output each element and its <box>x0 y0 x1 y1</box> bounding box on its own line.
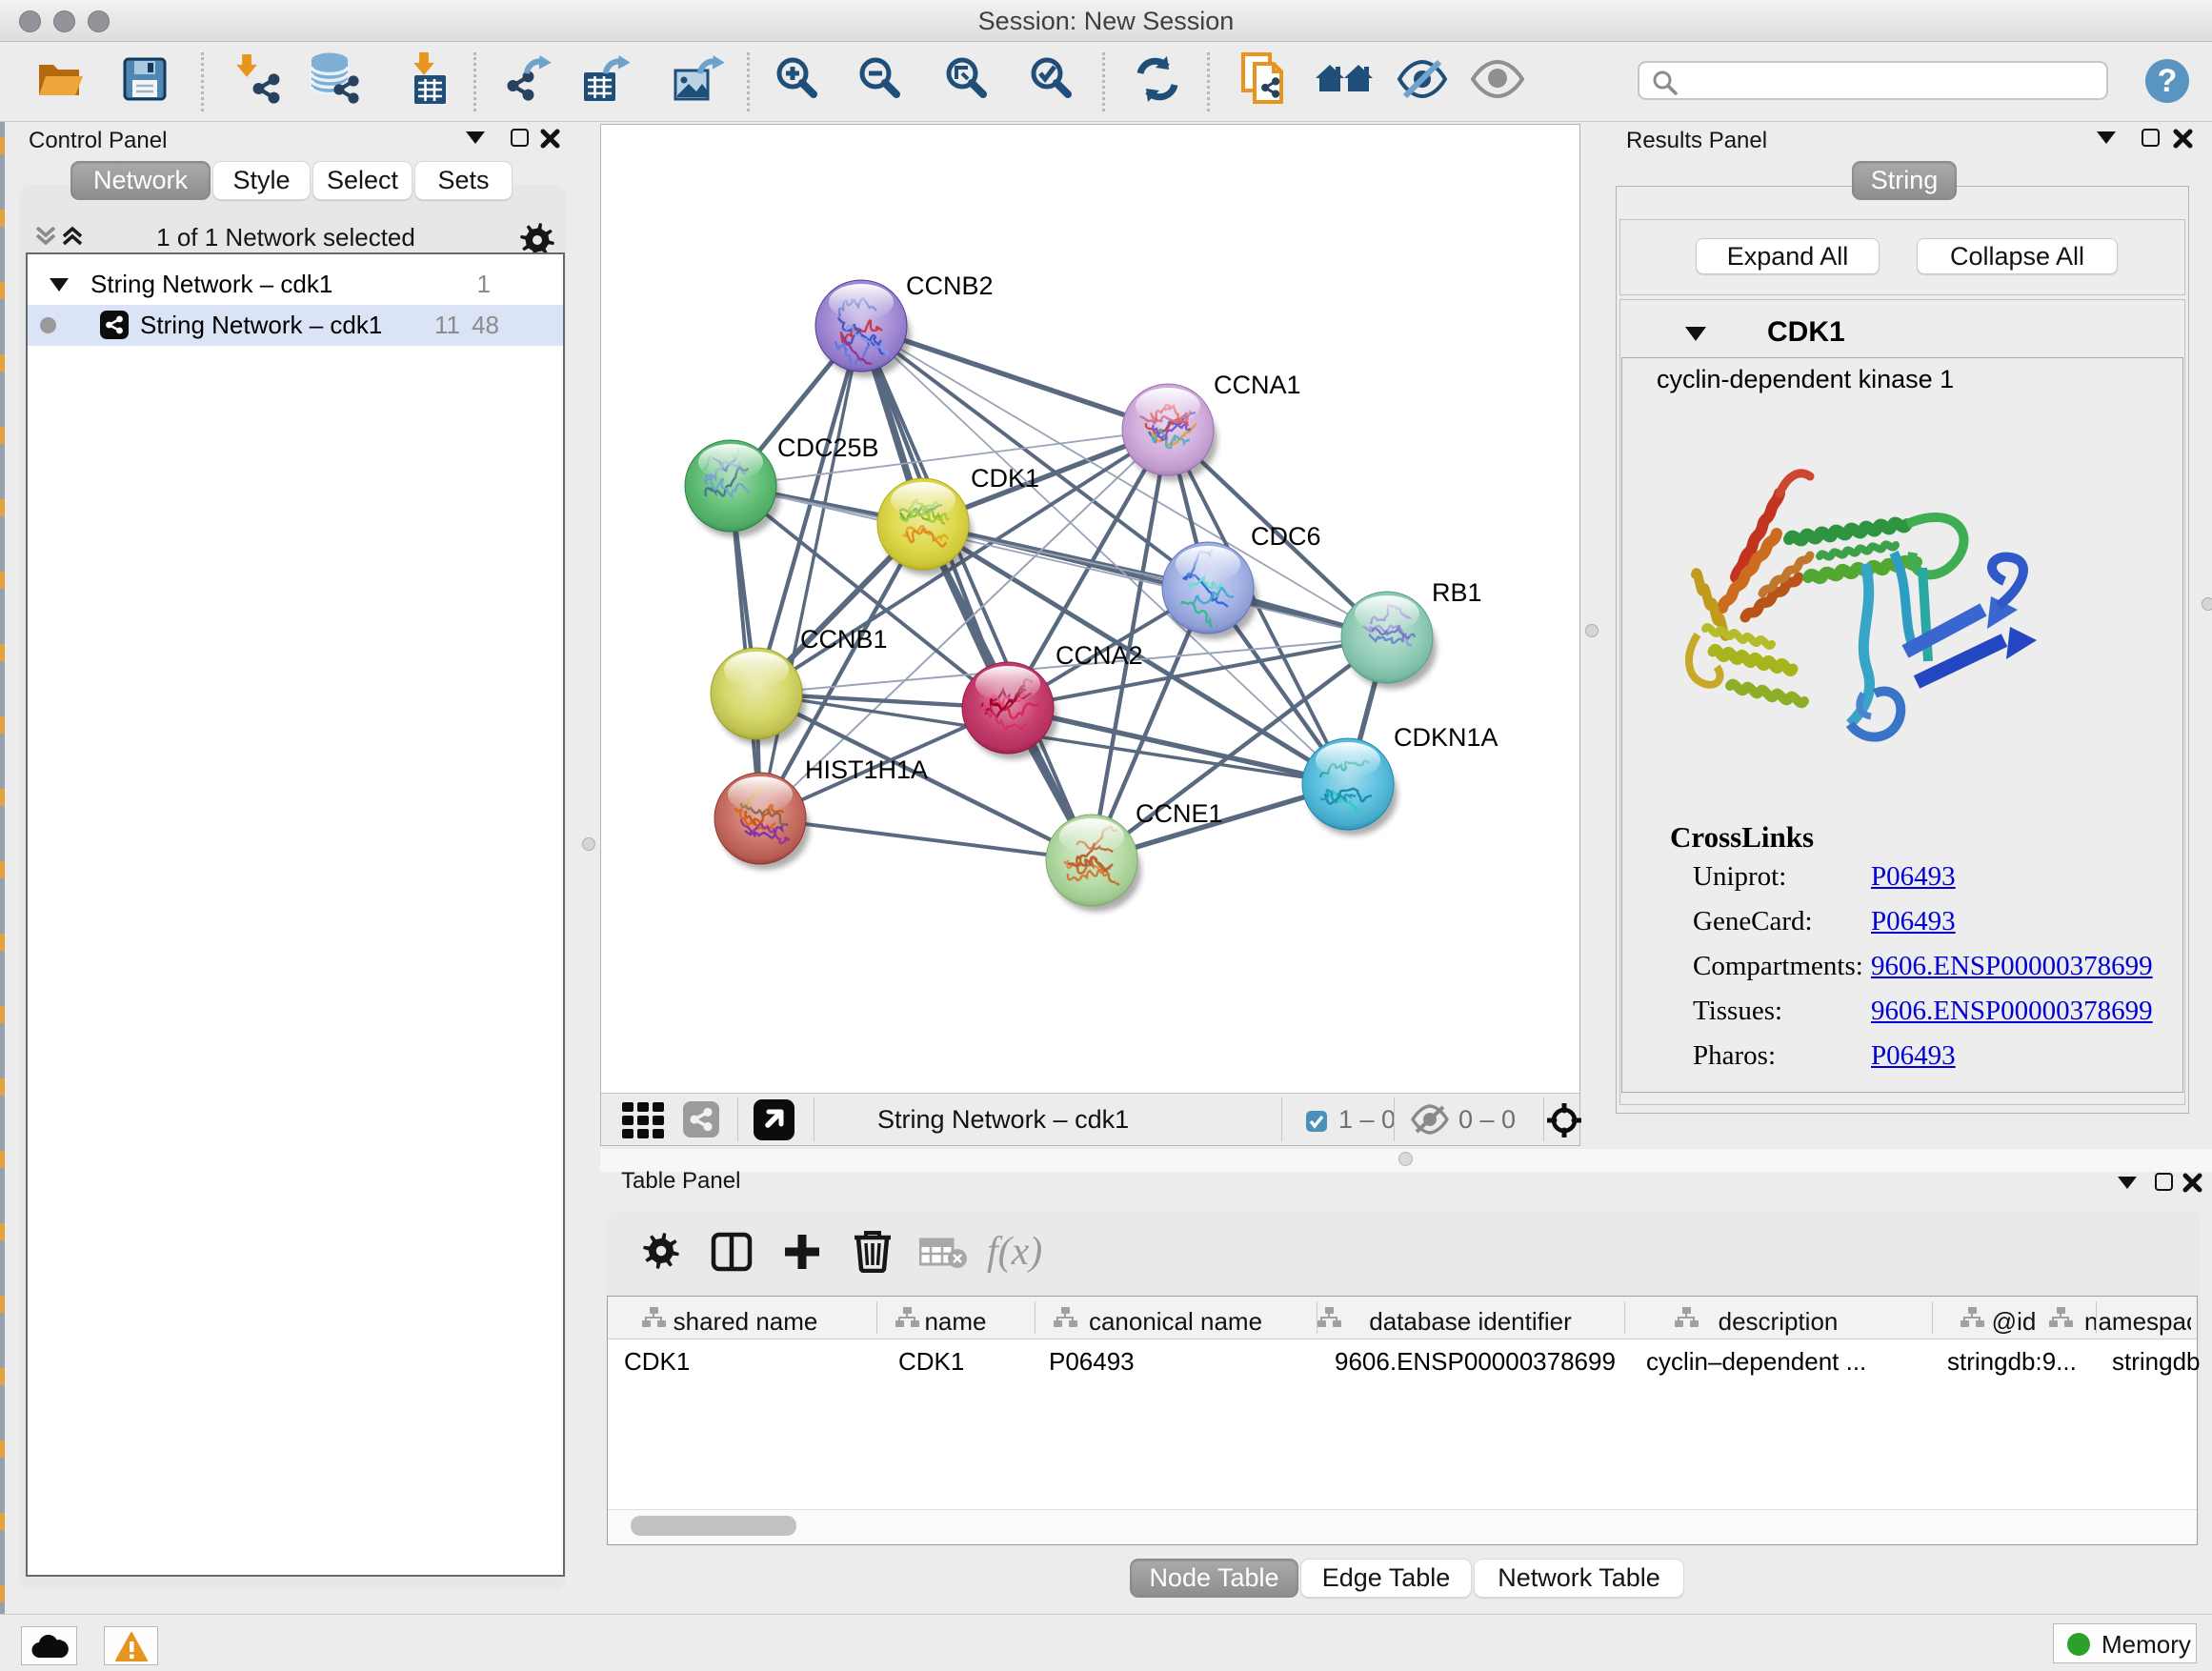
svg-text:CCNA1: CCNA1 <box>1214 371 1301 399</box>
svg-text:CDC25B: CDC25B <box>777 433 879 462</box>
svg-text:CDC6: CDC6 <box>1251 522 1321 551</box>
svg-text:CCNA2: CCNA2 <box>1056 641 1143 670</box>
svg-text:RB1: RB1 <box>1432 578 1482 607</box>
svg-text:CCNB1: CCNB1 <box>800 625 888 654</box>
svg-text:CDK1: CDK1 <box>971 464 1039 493</box>
svg-text:CDKN1A: CDKN1A <box>1394 723 1498 752</box>
svg-text:CCNE1: CCNE1 <box>1136 799 1223 828</box>
svg-text:CCNB2: CCNB2 <box>906 272 994 300</box>
svg-text:HIST1H1A: HIST1H1A <box>805 755 928 784</box>
